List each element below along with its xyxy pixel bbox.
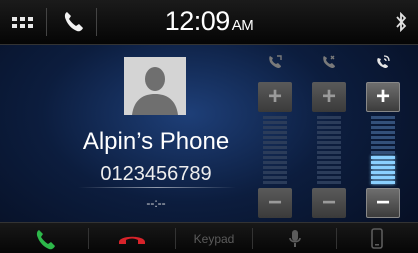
volume-segment	[263, 136, 287, 139]
volume-segment	[317, 146, 341, 149]
clock-time: 12:09	[164, 6, 231, 36]
keypad-button[interactable]: Keypad	[176, 223, 252, 253]
volume-down-button[interactable]: −	[366, 188, 400, 218]
volume-level-meter	[263, 116, 287, 186]
volume-segment	[263, 161, 287, 164]
divider	[78, 187, 236, 188]
volume-up-button[interactable]: +	[366, 82, 400, 112]
volume-control-ringtone: + −	[366, 52, 400, 222]
contact-number: 0123456789	[100, 163, 212, 185]
volume-control-call: + −	[258, 52, 292, 222]
volume-segment	[317, 121, 341, 124]
call-duration: --:--	[146, 196, 166, 210]
volume-level-meter	[371, 116, 395, 186]
volume-segment	[371, 171, 395, 174]
volume-down-button[interactable]: −	[258, 188, 292, 218]
volume-segment	[317, 136, 341, 139]
call-action-bar: Keypad	[0, 222, 418, 253]
volume-segment	[317, 156, 341, 159]
volume-segment	[317, 131, 341, 134]
volume-segment	[317, 126, 341, 129]
status-bar: 12:09 AM	[0, 0, 418, 45]
volume-segment	[371, 156, 395, 159]
call-volume-icon	[267, 54, 283, 70]
answer-call-button[interactable]	[0, 223, 88, 253]
volume-segment	[371, 176, 395, 179]
volume-level-meter	[317, 116, 341, 186]
handset-device-button[interactable]	[337, 223, 418, 253]
volume-segment	[317, 141, 341, 144]
volume-segment	[263, 116, 287, 119]
volume-segment	[317, 161, 341, 164]
volume-segment	[263, 176, 287, 179]
volume-up-button[interactable]: +	[312, 82, 346, 112]
ringtone-volume-icon	[375, 54, 391, 70]
volume-segment	[263, 141, 287, 144]
hangup-call-icon	[119, 236, 145, 244]
volume-segment	[371, 146, 395, 149]
volume-control-mic: + −	[312, 52, 346, 222]
volume-down-button[interactable]: −	[312, 188, 346, 218]
bluetooth-icon	[394, 11, 408, 33]
volume-segment	[371, 126, 395, 129]
clock-ampm: AM	[231, 17, 254, 34]
mic-volume-icon	[321, 54, 337, 70]
phone-call-screen: 12:09 AM Alpin’s Phone 0123456789 --:-- +…	[0, 0, 418, 253]
keypad-label: Keypad	[193, 232, 235, 246]
volume-up-button[interactable]: +	[258, 82, 292, 112]
volume-segment	[371, 181, 395, 184]
volume-segment	[263, 121, 287, 124]
volume-segment	[371, 121, 395, 124]
volume-segment	[263, 131, 287, 134]
volume-segment	[317, 181, 341, 184]
contact-name: Alpin’s Phone	[82, 128, 230, 155]
volume-segment	[317, 171, 341, 174]
answer-call-icon	[36, 230, 55, 250]
volume-segment	[263, 171, 287, 174]
volume-segment	[263, 126, 287, 129]
volume-segment	[263, 146, 287, 149]
volume-segment	[371, 166, 395, 169]
volume-segment	[317, 166, 341, 169]
volume-segment	[263, 156, 287, 159]
volume-segment	[263, 166, 287, 169]
clock: 12:09 AM	[0, 6, 418, 37]
microphone-icon	[289, 230, 301, 247]
volume-segment	[371, 131, 395, 134]
contact-avatar-icon	[124, 57, 186, 115]
volume-segment	[371, 151, 395, 154]
volume-segment	[371, 136, 395, 139]
volume-segment	[371, 116, 395, 119]
volume-segment	[371, 141, 395, 144]
volume-segment	[317, 151, 341, 154]
volume-segment	[317, 176, 341, 179]
volume-segment	[263, 181, 287, 184]
handset-device-icon	[371, 228, 383, 249]
volume-segment	[317, 116, 341, 119]
hangup-call-button[interactable]	[89, 223, 175, 253]
volume-segment	[263, 151, 287, 154]
microphone-button[interactable]	[253, 223, 336, 253]
volume-segment	[371, 161, 395, 164]
